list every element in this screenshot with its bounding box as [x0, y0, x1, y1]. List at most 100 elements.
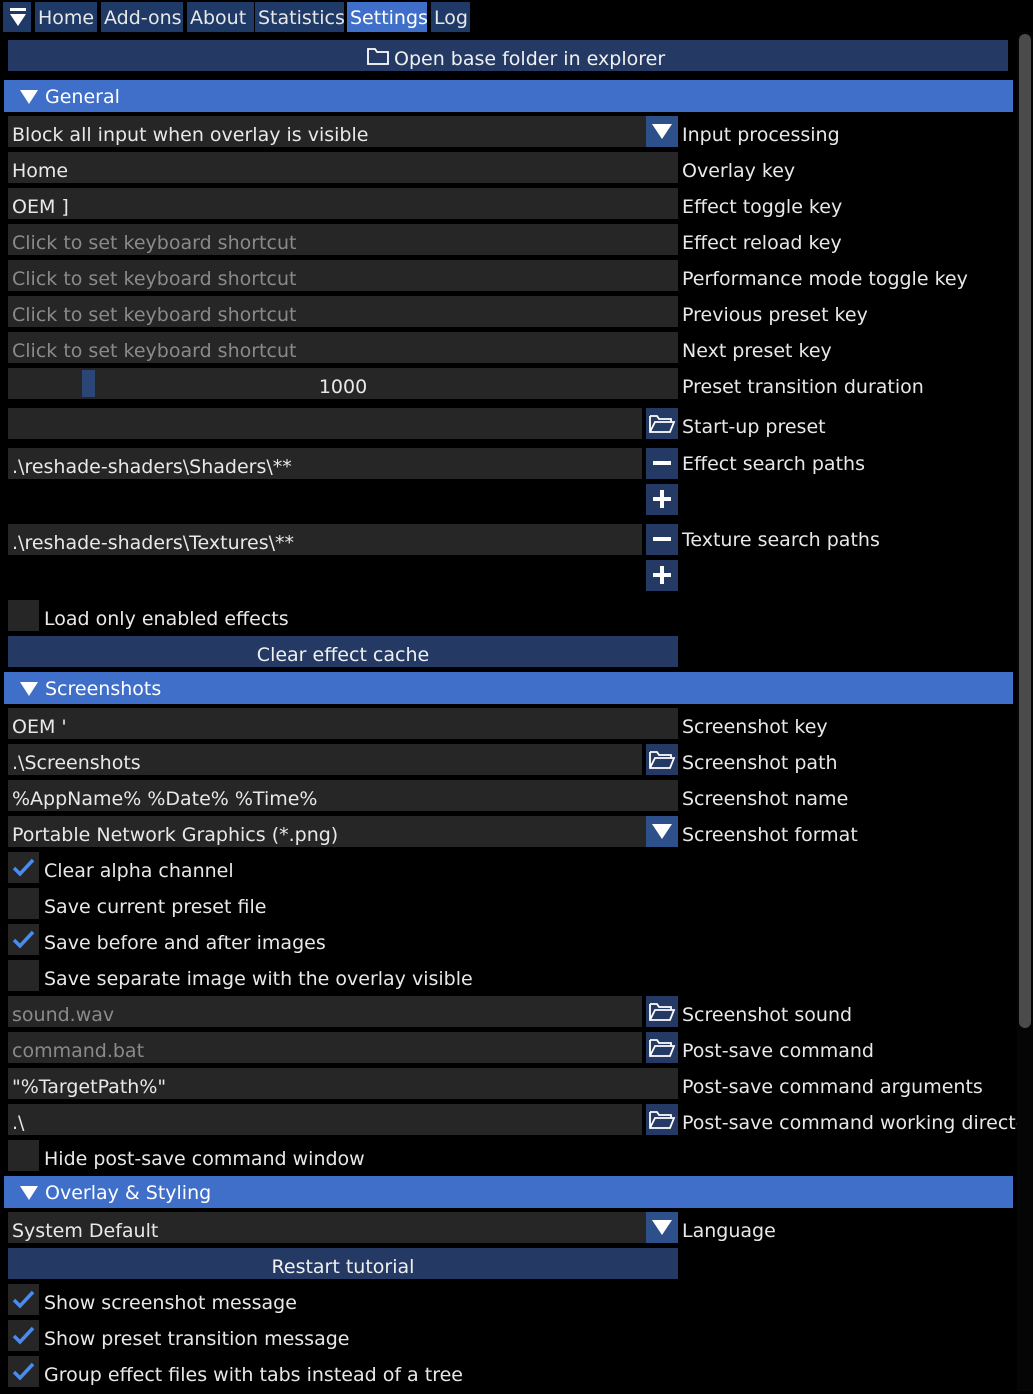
collapse-arrow-icon: [20, 1186, 38, 1200]
performance-mode-key-label: Performance mode toggle key: [682, 268, 968, 290]
screenshot-format-dropdown-button[interactable]: [646, 816, 678, 847]
save-before-after-label: Save before and after images: [44, 932, 326, 954]
post-save-args-label: Post-save command arguments: [682, 1076, 983, 1098]
group-tabs-checkbox[interactable]: [8, 1356, 39, 1387]
section-title: Screenshots: [45, 678, 162, 700]
checkmark-icon: [12, 1290, 35, 1309]
post-save-dir-browse-button[interactable]: [646, 1104, 678, 1135]
tab-about[interactable]: About: [187, 2, 254, 32]
screenshot-name-field[interactable]: %AppName% %Date% %Time%: [8, 780, 678, 811]
hide-post-save-label: Hide post-save command window: [44, 1148, 365, 1170]
overlay-key-field[interactable]: Home: [8, 152, 678, 183]
window-menu-button[interactable]: [3, 2, 31, 32]
startup-preset-browse-button[interactable]: [646, 408, 678, 439]
collapse-arrow-icon: [20, 682, 38, 696]
clear-alpha-label: Clear alpha channel: [44, 860, 234, 882]
post-save-command-field[interactable]: command.bat: [8, 1032, 642, 1063]
open-base-folder-label: Open base folder in explorer: [394, 48, 666, 70]
show-preset-message-label: Show preset transition message: [44, 1328, 350, 1350]
post-save-dir-field[interactable]: .\: [8, 1104, 642, 1135]
folder-open-icon: [649, 1111, 676, 1129]
section-screenshots-header[interactable]: Screenshots: [4, 672, 1013, 704]
chevron-down-icon: [652, 1220, 672, 1235]
post-save-command-browse-button[interactable]: [646, 1032, 678, 1063]
input-processing-combo[interactable]: Block all input when overlay is visible: [8, 116, 648, 147]
open-base-folder-button[interactable]: Open base folder in explorer: [8, 40, 1008, 71]
overlay-key-label: Overlay key: [682, 160, 796, 182]
show-preset-message-checkbox[interactable]: [8, 1320, 39, 1351]
post-save-dir-label: Post-save command working directory: [682, 1112, 1017, 1134]
load-only-enabled-label: Load only enabled effects: [44, 608, 289, 630]
texture-search-paths-label: Texture search paths: [682, 529, 880, 551]
screenshot-sound-browse-button[interactable]: [646, 996, 678, 1027]
screenshot-path-field[interactable]: .\Screenshots: [8, 744, 642, 775]
tab-statistics[interactable]: Statistics: [255, 2, 345, 32]
screenshot-key-label: Screenshot key: [682, 716, 828, 738]
section-overlay-styling-header[interactable]: Overlay & Styling: [4, 1176, 1013, 1208]
post-save-args-field[interactable]: "%TargetPath%": [8, 1068, 678, 1099]
texture-search-path-field[interactable]: .\reshade-shaders\Textures\**: [8, 524, 642, 555]
clear-effect-cache-button[interactable]: Clear effect cache: [8, 636, 678, 667]
effect-search-paths-label: Effect search paths: [682, 453, 865, 475]
section-title: Overlay & Styling: [45, 1182, 212, 1204]
save-preset-checkbox[interactable]: [8, 888, 39, 919]
language-dropdown-button[interactable]: [646, 1212, 678, 1243]
collapse-arrow-icon: [20, 90, 38, 104]
screenshot-path-label: Screenshot path: [682, 752, 838, 774]
tab-log[interactable]: Log: [431, 2, 470, 32]
previous-preset-key-label: Previous preset key: [682, 304, 868, 326]
checkmark-icon: [12, 858, 35, 877]
scrollbar-thumb[interactable]: [1019, 34, 1031, 1028]
effect-search-path-field[interactable]: .\reshade-shaders\Shaders\**: [8, 448, 642, 479]
restart-tutorial-button[interactable]: Restart tutorial: [8, 1248, 678, 1279]
section-general-header[interactable]: General: [4, 80, 1013, 112]
input-processing-label: Input processing: [682, 124, 840, 146]
folder-icon: [367, 48, 389, 65]
language-combo[interactable]: System Default: [8, 1212, 648, 1243]
tab-add-ons[interactable]: Add-ons: [101, 2, 183, 32]
folder-open-icon: [649, 1003, 676, 1021]
texture-path-remove-button[interactable]: [646, 524, 678, 555]
menu-triangle-icon: [10, 8, 26, 26]
tab-home[interactable]: Home: [35, 2, 97, 32]
folder-open-icon: [649, 751, 676, 769]
texture-path-add-button[interactable]: [646, 560, 678, 591]
save-overlay-checkbox[interactable]: [8, 960, 39, 991]
screenshot-format-combo[interactable]: Portable Network Graphics (*.png): [8, 816, 648, 847]
screenshot-sound-label: Screenshot sound: [682, 1004, 853, 1026]
chevron-down-icon: [652, 124, 672, 139]
performance-mode-key-field[interactable]: Click to set keyboard shortcut: [8, 260, 678, 291]
chevron-down-icon: [652, 824, 672, 839]
screenshot-format-label: Screenshot format: [682, 824, 858, 846]
folder-open-icon: [649, 415, 676, 433]
next-preset-key-field[interactable]: Click to set keyboard shortcut: [8, 332, 678, 363]
show-screenshot-message-checkbox[interactable]: [8, 1284, 39, 1315]
preset-transition-label: Preset transition duration: [682, 376, 924, 398]
post-save-command-label: Post-save command: [682, 1040, 874, 1062]
startup-preset-label: Start-up preset: [682, 416, 826, 438]
screenshot-path-browse-button[interactable]: [646, 744, 678, 775]
effect-toggle-key-field[interactable]: OEM ]: [8, 188, 678, 219]
screenshot-sound-field[interactable]: sound.wav: [8, 996, 642, 1027]
group-tabs-label: Group effect files with tabs instead of …: [44, 1364, 463, 1386]
preset-transition-slider[interactable]: 1000: [8, 368, 678, 399]
load-only-enabled-checkbox[interactable]: [8, 600, 39, 631]
hide-post-save-checkbox[interactable]: [8, 1140, 39, 1171]
slider-value: 1000: [318, 376, 368, 398]
tab-settings[interactable]: Settings: [347, 2, 428, 32]
effect-path-remove-button[interactable]: [646, 448, 678, 479]
effect-path-add-button[interactable]: [646, 484, 678, 515]
screenshot-key-field[interactable]: OEM ': [8, 708, 678, 739]
effect-reload-key-label: Effect reload key: [682, 232, 842, 254]
clear-alpha-checkbox[interactable]: [8, 852, 39, 883]
input-processing-dropdown-button[interactable]: [646, 116, 678, 147]
previous-preset-key-field[interactable]: Click to set keyboard shortcut: [8, 296, 678, 327]
screenshot-name-label: Screenshot name: [682, 788, 849, 810]
save-before-after-checkbox[interactable]: [8, 924, 39, 955]
effect-reload-key-field[interactable]: Click to set keyboard shortcut: [8, 224, 678, 255]
checkmark-icon: [12, 1326, 35, 1345]
minus-icon: [653, 537, 671, 541]
minus-icon: [653, 461, 671, 465]
startup-preset-field[interactable]: [8, 408, 642, 439]
checkmark-icon: [12, 1362, 35, 1381]
